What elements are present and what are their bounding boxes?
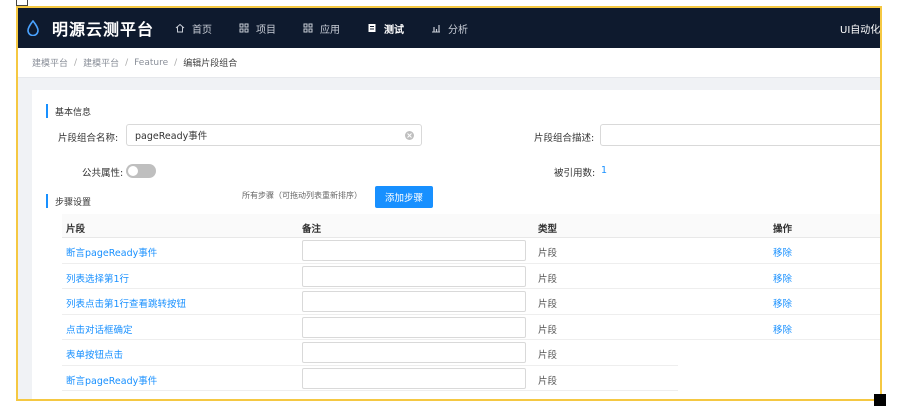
occluding-overlay: [678, 348, 880, 399]
column-header: 片段: [66, 224, 86, 235]
step-type: 片段: [538, 299, 558, 310]
step-name-link[interactable]: 断言pageReady事件: [66, 245, 157, 259]
remove-link[interactable]: 移除: [773, 245, 792, 259]
desc-input[interactable]: [600, 124, 880, 146]
table-row[interactable]: 点击对话框确定 片段 移除: [62, 315, 880, 340]
table-row[interactable]: 列表点击第1行查看跳转按钮 片段 移除: [62, 289, 880, 315]
breadcrumb-item[interactable]: Feature: [134, 58, 168, 68]
ref-count-value[interactable]: 1: [601, 165, 607, 176]
remark-input[interactable]: [302, 342, 526, 363]
breadcrumb-separator: /: [174, 57, 178, 68]
breadcrumb: 建模平台 / 建模平台 / Feature / 编辑片段组合: [18, 48, 880, 78]
steps-hint: 所有步骤（可拖动列表重新排序）: [242, 191, 362, 200]
step-type: 片段: [538, 273, 558, 285]
nav-item-home[interactable]: 首页: [174, 21, 212, 36]
bar-chart-icon: [430, 23, 441, 34]
add-step-button[interactable]: 添加步骤: [375, 186, 434, 208]
nav-item-project[interactable]: 项目: [238, 21, 276, 36]
clear-icon[interactable]: [405, 131, 414, 140]
grid-icon: [302, 23, 313, 34]
app-window: 明源云测平台 首页 项目 应用 测试 分析 UI自动化 建模平台 / 建模平台 …: [16, 6, 882, 401]
nav-item-analysis[interactable]: 分析: [430, 21, 468, 36]
section-marker: [46, 194, 48, 208]
nav-label: 项目: [256, 24, 277, 36]
nav-label: 分析: [448, 24, 469, 36]
top-navbar: 明源云测平台 首页 项目 应用 测试 分析 UI自动化: [18, 8, 880, 48]
section-title: 步骤设置: [55, 197, 92, 208]
nav-item-app[interactable]: 应用: [302, 21, 340, 36]
step-name-link[interactable]: 表单按钮点击: [66, 347, 123, 361]
main-nav: 首页 项目 应用 测试 分析: [174, 8, 494, 48]
desc-label: 片段组合描述:: [534, 133, 595, 144]
step-name-link[interactable]: 断言pageReady事件: [66, 373, 157, 387]
brand-title: 明源云测平台: [52, 20, 155, 39]
ref-count-label: 被引用数:: [554, 168, 596, 179]
section-basic-info: 基本信息: [46, 104, 91, 118]
step-name-link[interactable]: 点击对话框确定: [66, 322, 133, 336]
breadcrumb-item[interactable]: 建模平台: [32, 56, 68, 69]
remark-input[interactable]: [302, 265, 526, 287]
name-value: pageReady事件: [135, 131, 208, 142]
section-marker: [46, 104, 48, 118]
name-input[interactable]: pageReady事件: [126, 124, 422, 146]
column-header: 操作: [773, 224, 793, 235]
breadcrumb-current: 编辑片段组合: [183, 59, 238, 69]
breadcrumb-separator: /: [74, 57, 78, 68]
main-content: 基本信息 片段组合名称: pageReady事件 片段组合描述: 公共属性: 被…: [32, 90, 880, 399]
table-header: 片段 备注 类型 操作: [62, 214, 880, 238]
remove-link[interactable]: 移除: [773, 271, 792, 285]
home-icon: [174, 23, 185, 34]
column-header: 类型: [538, 224, 558, 235]
toggle-knob: [128, 166, 138, 176]
step-type: 片段: [538, 324, 558, 336]
table-row[interactable]: 列表选择第1行 片段 移除: [62, 264, 880, 289]
remark-input[interactable]: [302, 291, 526, 312]
nav-label: 首页: [192, 24, 213, 36]
name-label: 片段组合名称:: [58, 133, 119, 144]
remark-input[interactable]: [302, 316, 526, 338]
breadcrumb-separator: /: [125, 57, 129, 68]
section-steps: 步骤设置: [46, 194, 91, 208]
table-row[interactable]: 断言pageReady事件 片段 移除: [62, 238, 880, 264]
nav-label: 应用: [320, 24, 341, 36]
step-type: 片段: [538, 350, 558, 361]
remove-link[interactable]: 移除: [773, 296, 792, 310]
step-type: 片段: [538, 375, 558, 387]
grid-icon: [238, 23, 249, 34]
remark-input[interactable]: [302, 367, 526, 389]
section-title: 基本信息: [55, 107, 92, 118]
step-name-link[interactable]: 列表选择第1行: [66, 271, 129, 285]
remove-link[interactable]: 移除: [773, 322, 792, 336]
corner-block: [874, 394, 886, 406]
public-toggle[interactable]: [126, 164, 156, 178]
logo-drop-icon: [26, 19, 40, 37]
document-icon: [366, 23, 377, 34]
nav-item-test[interactable]: 测试: [366, 21, 404, 36]
step-name-link[interactable]: 列表点击第1行查看跳转按钮: [66, 296, 186, 310]
user-menu[interactable]: UI自动化: [840, 21, 880, 36]
public-label: 公共属性:: [82, 168, 124, 179]
nav-label: 测试: [384, 24, 405, 36]
breadcrumb-item[interactable]: 建模平台: [83, 56, 119, 69]
remark-input[interactable]: [302, 240, 526, 261]
step-type: 片段: [538, 248, 558, 259]
column-header: 备注: [302, 224, 322, 235]
